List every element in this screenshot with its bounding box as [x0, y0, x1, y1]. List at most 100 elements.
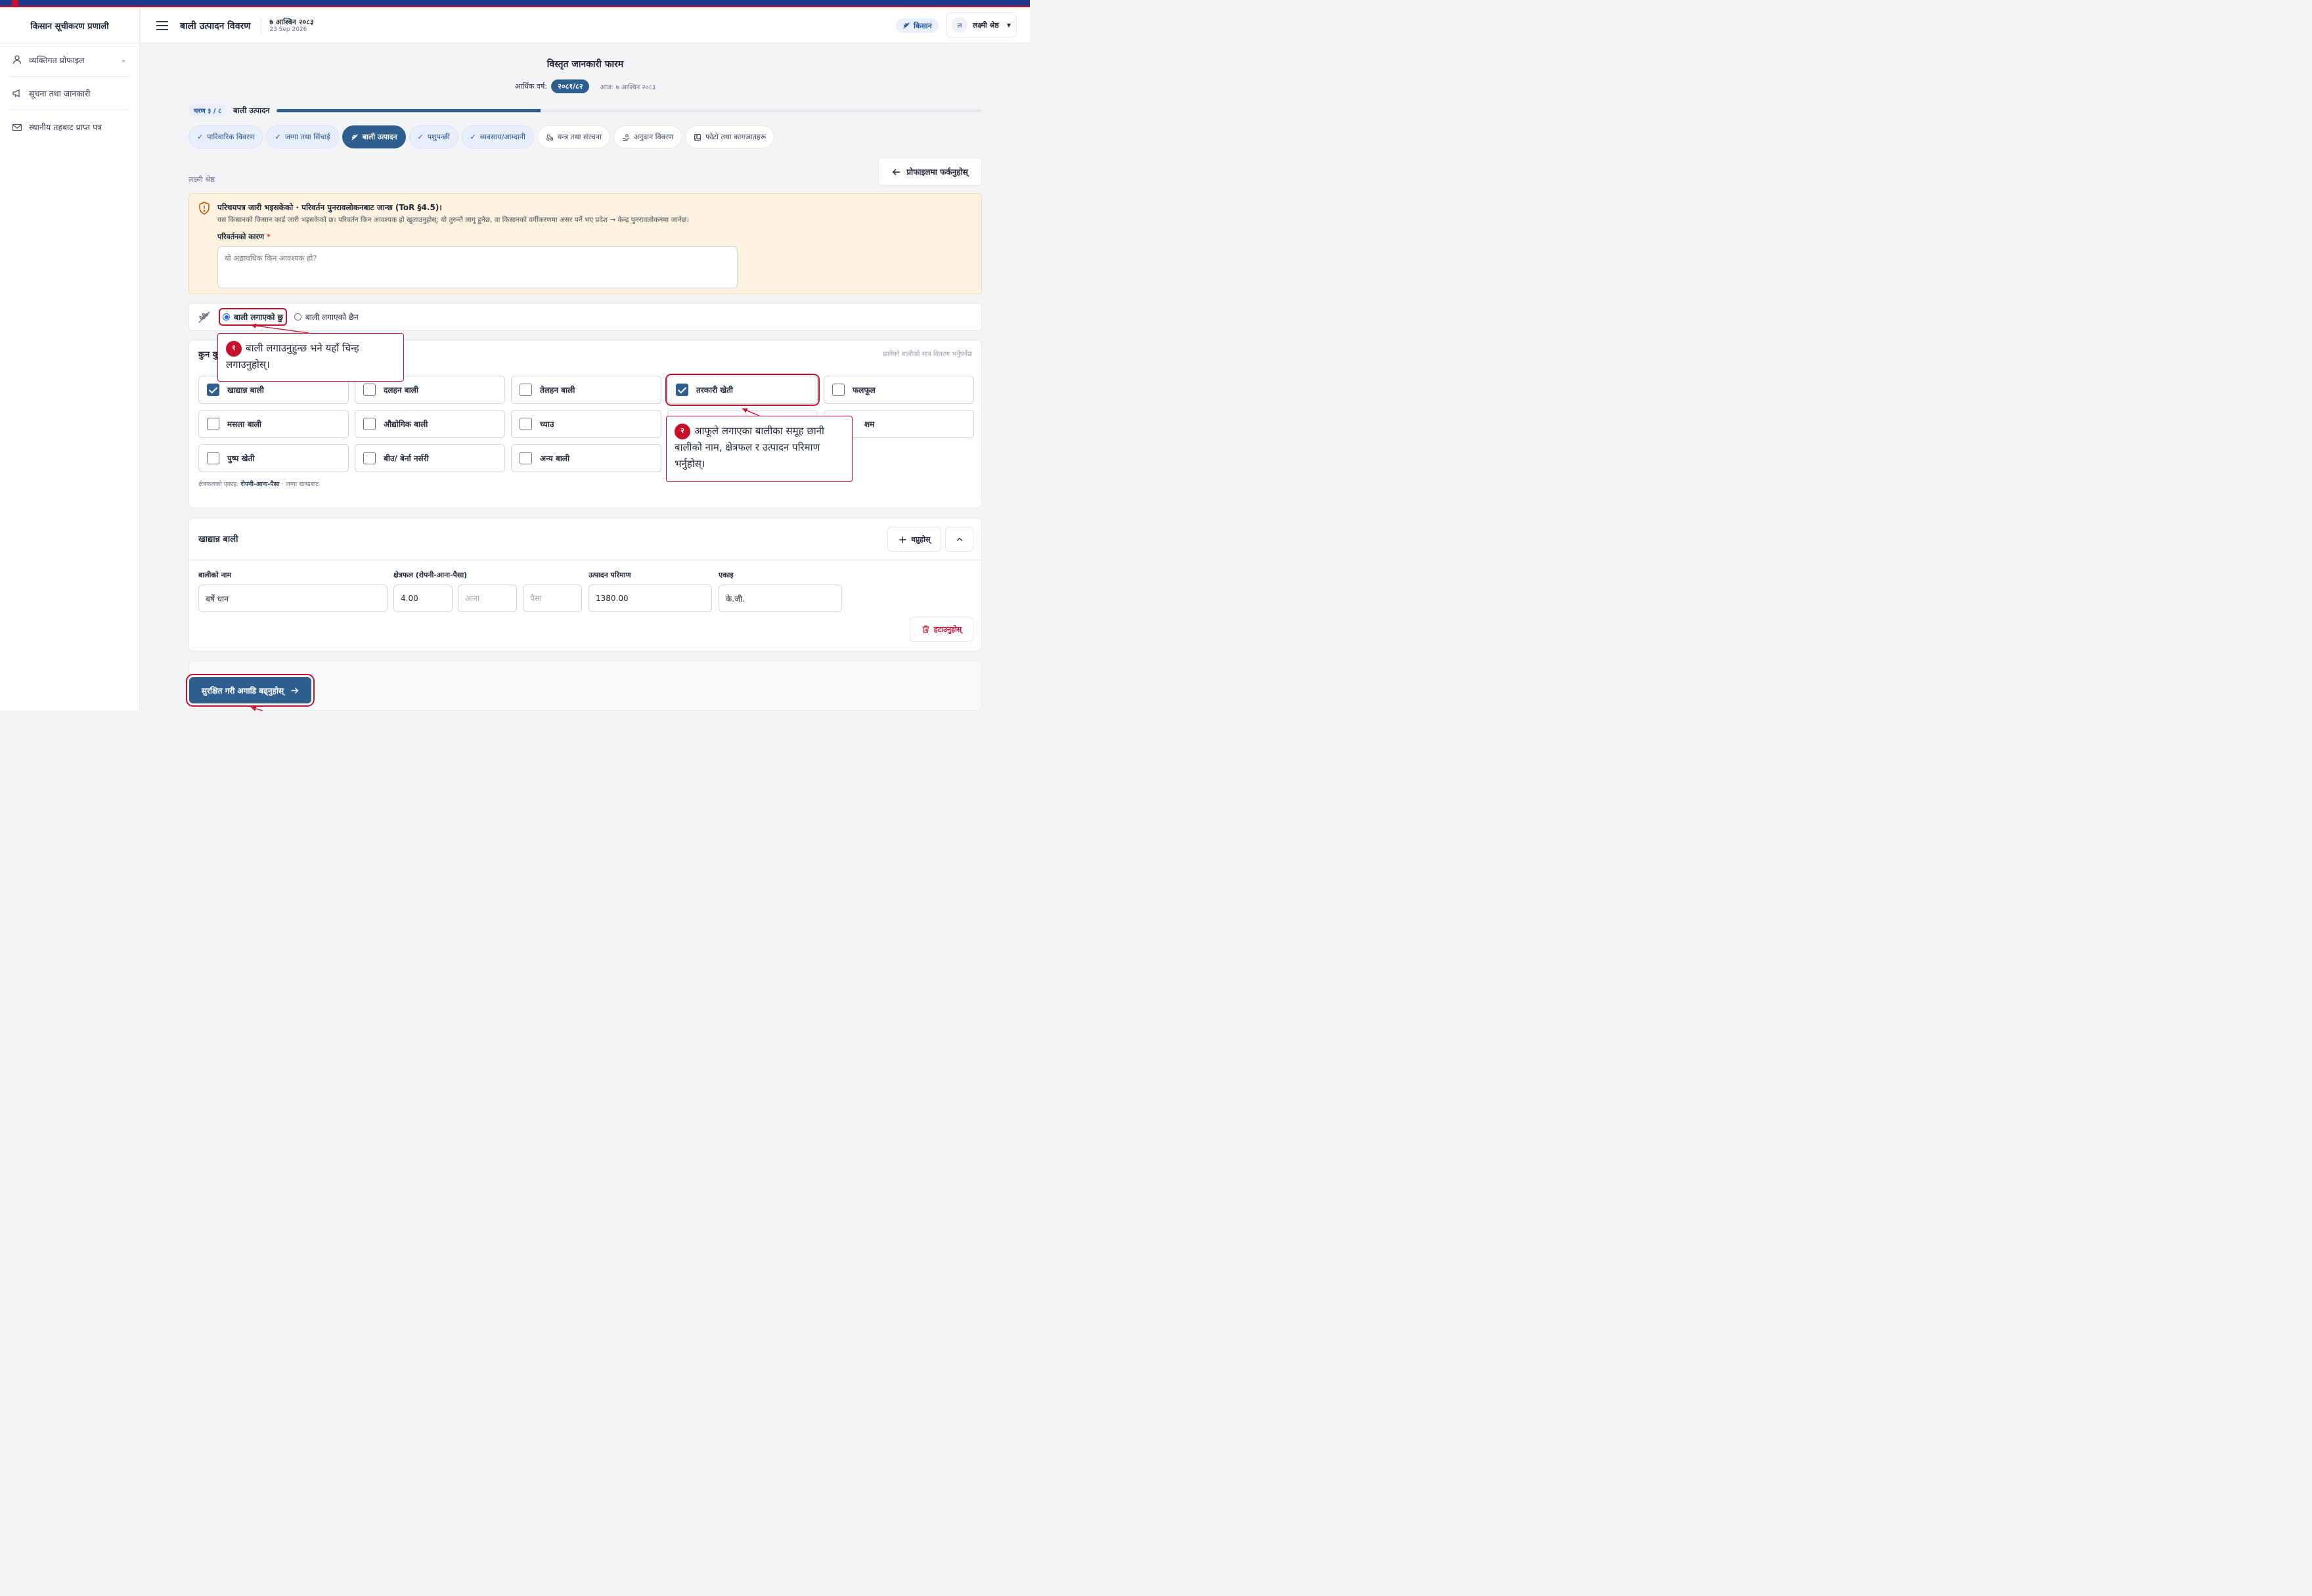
callout-2: २ आफूले लगाएका बालीका समूह छानी बालीको ना… [666, 416, 853, 482]
wheat-icon [351, 133, 358, 141]
sidebar-item-label: सूचना तथा जानकारी [29, 88, 91, 99]
tab-business[interactable]: ✓ व्यवसाय/आम्दानी [461, 125, 534, 148]
tab-land[interactable]: ✓ जग्गा तथा सिंचाई [266, 125, 339, 148]
tab-photos[interactable]: फोटो तथा कागजातहरू [685, 125, 775, 148]
checkbox[interactable] [520, 384, 532, 396]
tab-machinery[interactable]: यन्त्र तथा संरचना [537, 125, 610, 148]
tab-family[interactable]: ✓ पारिवारिक विवरण [189, 125, 263, 148]
cereal-crop-section: खाद्यान्न बाली +थप्नुहोस् बालीको नाम क्ष… [189, 518, 982, 652]
crop-group-option[interactable]: बीउ/ बेर्ना नर्सरी [355, 444, 505, 472]
radio-label: बाली लगाएको छु [234, 313, 283, 322]
unit-note-unit: रोपनी-आना-पैसा [240, 481, 280, 488]
crop-group-option[interactable]: च्याउ [511, 410, 661, 438]
role-label: किसान [914, 21, 932, 30]
crop-group-option[interactable]: अन्य बाली [511, 444, 661, 472]
radio-label: बाली लगाएको छैन [305, 313, 359, 322]
crop-group-option[interactable]: तरकारी खेती [665, 374, 820, 406]
megaphone-icon [12, 89, 20, 98]
tab-label: फोटो तथा कागजातहरू [705, 133, 767, 141]
check-icon: ✓ [197, 133, 204, 141]
area-label: क्षेत्रफल (रोपनी-आना-पैसा) [393, 571, 468, 579]
reason-input[interactable] [217, 246, 738, 288]
unit-note-suffix: · जग्गा खण्डबाट [281, 481, 319, 488]
today-date: आज: ७ आश्विन २०८३ [600, 83, 656, 91]
checkbox[interactable] [676, 384, 688, 396]
sidebar-item-notices[interactable]: सूचना तथा जानकारी [9, 77, 130, 110]
add-crop-button[interactable]: + थप्नुहोस् [887, 527, 941, 552]
callout-1: १ बाली लगाउनुहुन्छ भने यहाँ चिन्ह लगाउनुह… [217, 333, 404, 382]
collapse-button[interactable] [945, 527, 973, 552]
image-icon [694, 133, 701, 141]
radio-button[interactable] [294, 313, 301, 321]
review-warning: परिचयपत्र जारी भइसकेको · परिवर्तन पुनराव… [189, 193, 982, 294]
user-menu[interactable]: ल लक्ष्मी श्रेष्ठ ▼ [946, 12, 1017, 37]
crop-group-label: च्याउ [540, 420, 554, 429]
tab-label: व्यवसाय/आम्दानी [479, 133, 525, 141]
check-icon: ✓ [417, 133, 424, 141]
crop-group-option[interactable]: फलफूल [824, 376, 974, 404]
checkbox[interactable] [363, 452, 376, 464]
production-input[interactable] [589, 585, 712, 612]
checkbox[interactable] [207, 418, 219, 430]
sidebar-item-label: व्यक्तिगत प्रोफाइल [29, 55, 85, 65]
delete-crop-button[interactable]: हटाउनुहोस् [910, 617, 973, 642]
checkbox[interactable] [207, 452, 219, 464]
crop-group-option[interactable]: पुष्प खेती [198, 444, 349, 472]
area-aana-input[interactable] [458, 585, 517, 612]
crop-group-label: फलफूल [853, 386, 876, 395]
avatar: ल [952, 17, 967, 33]
sidebar-item-profile[interactable]: व्यक्तिगत प्रोफाइल ⌄ [9, 43, 130, 77]
callout-text: आफूले लगाएका बालीका समूह छानी बालीको नाम… [675, 425, 824, 470]
step-indicator: चरण ३ / ८ बाली उत्पादन [189, 104, 982, 117]
tab-livestock[interactable]: ✓ पशुपन्छी [409, 125, 458, 148]
crop-group-option[interactable]: मसला बाली [198, 410, 349, 438]
checkbox[interactable] [520, 452, 532, 464]
step-badge: चरण ३ / ८ [189, 104, 227, 117]
tab-subsidy[interactable]: अनुदान विवरण [613, 125, 682, 148]
tab-label: जग्गा तथा सिंचाई [284, 133, 330, 141]
back-to-profile-button[interactable]: प्रोफाइलमा फर्कनुहोस् [878, 158, 982, 186]
hand-coins-icon [623, 133, 630, 141]
callout-number: १ [226, 340, 242, 357]
crop-group-label: बीउ/ बेर्ना नर्सरी [384, 454, 429, 463]
plus-icon: + [898, 533, 907, 546]
crop-name-input[interactable] [198, 585, 388, 612]
tab-crop[interactable]: बाली उत्पादन [342, 125, 406, 148]
top-header: बाली उत्पादन विवरण ७ आश्विन २०८३ 23 Sep … [141, 9, 1030, 43]
progress-fill [276, 108, 541, 112]
unit-note-prefix: क्षेत्रफलको एकाइ: [198, 481, 239, 488]
crop-group-option[interactable]: औद्योगिक बाली [355, 410, 505, 438]
checkbox[interactable] [363, 384, 376, 396]
header-date: ७ आश्विन २०८३ 23 Sep 2026 [261, 18, 314, 33]
menu-icon[interactable] [156, 21, 168, 30]
crop-group-label: औद्योगिक बाली [384, 420, 428, 429]
sidebar-item-letters[interactable]: स्थानीय तहबाट प्राप्त पत्र [9, 110, 130, 144]
checkbox[interactable] [363, 418, 376, 430]
check-icon: ✓ [275, 133, 281, 141]
radio-crop-yes[interactable]: बाली लगाएको छु [219, 308, 287, 326]
farmer-name: लक्ष्मी श्रेष्ठ [189, 175, 215, 184]
checkbox[interactable] [207, 384, 219, 396]
radio-button[interactable] [223, 313, 230, 321]
user-icon [12, 55, 22, 64]
step-name: बाली उत्पादन [233, 105, 270, 115]
unit-input[interactable] [719, 585, 842, 612]
check-icon: ✓ [470, 133, 476, 141]
radio-crop-no[interactable]: बाली लगाएको छैन [294, 311, 359, 322]
app-name: किसान सूचीकरण प्रणाली [0, 9, 139, 43]
date-nepali: ७ आश्विन २०८३ [269, 18, 314, 26]
sidebar: किसान सूचीकरण प्रणाली व्यक्तिगत प्रोफाइल… [0, 9, 140, 711]
checkbox[interactable] [832, 384, 845, 396]
area-ropani-input[interactable] [393, 585, 453, 612]
top-strip [0, 0, 1030, 7]
user-name: लक्ष्मी श्रेष्ठ [973, 20, 999, 30]
area-paisa-input[interactable] [523, 585, 582, 612]
checkbox[interactable] [520, 418, 532, 430]
required-mark: * [266, 233, 271, 241]
crop-group-option[interactable]: तेलहन बाली [511, 376, 661, 404]
unit-label: एकाइ [719, 571, 734, 579]
warning-text: यस किसानको किसान कार्ड जारी भइसकेको छ। प… [217, 216, 690, 224]
caret-down-icon: ▼ [1006, 22, 1011, 28]
save-and-continue-button[interactable]: सुरक्षित गरी अगाडि बढ्नुहोस् [186, 674, 315, 707]
crop-status-row: बाली लगाएको छु बाली लगाएको छैन [189, 303, 982, 331]
